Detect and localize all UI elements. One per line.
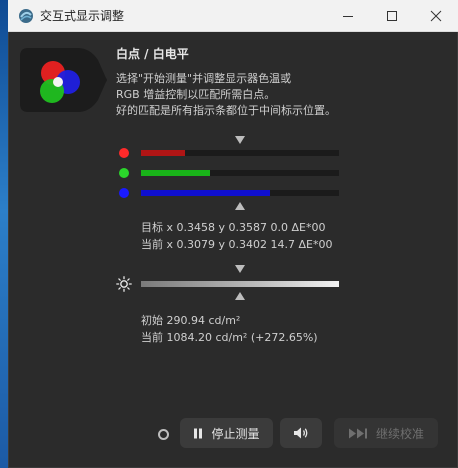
rgb-target-marker-bottom [235,202,245,210]
red-channel-dot [119,148,129,158]
green-channel-fill [141,170,211,176]
close-icon [430,10,442,21]
current-chromaticity: 当前 x 0.3079 y 0.3402 14.7 ΔE*00 [141,238,333,251]
target-chromaticity: 目标 x 0.3458 y 0.3587 0.0 ΔE*00 [141,221,326,234]
rgb-target-marker-top [235,136,245,144]
maximize-icon [387,10,397,21]
blue-channel-bar [141,190,339,196]
green-channel-bar [141,170,339,176]
stop-measurement-label: 停止测量 [211,426,260,441]
sound-toggle-button[interactable] [280,418,322,448]
desktop-background [0,0,8,468]
luminance-bar [141,281,339,287]
initial-luminance: 初始 290.94 cd/m² [141,314,241,327]
calibration-window: 交互式显示调整 白点 / 白电平 选择"开始测量"并调整显示器色温或 RGB 增… [8,0,458,468]
instruction-line: 选择"开始测量"并调整显示器色温或 [116,72,292,85]
luminance-marker-top [235,265,245,273]
luminance-marker-bottom [235,292,245,300]
brightness-icon [116,276,132,292]
red-channel-fill [141,150,185,156]
speaker-icon [294,427,308,439]
window-title: 交互式显示调整 [40,9,125,23]
minimize-button[interactable] [326,0,370,31]
red-channel-bar [141,150,339,156]
maximize-button[interactable] [370,0,414,31]
title-bar[interactable]: 交互式显示调整 [8,0,458,32]
app-icon [19,9,33,23]
close-button[interactable] [414,0,458,31]
instruction-line: RGB 增益控制以匹配所需白点。 [116,88,276,101]
rgb-logo-icon [20,48,107,112]
instruction-line: 好的匹配是所有指示条都位于中间标示位置。 [116,104,336,117]
blue-channel-fill [141,190,270,196]
blue-channel-dot [119,188,129,198]
minimize-icon [343,15,353,17]
continue-calibration-button[interactable]: 继续校准 [334,418,438,448]
status-indicator [158,429,169,440]
continue-calibration-label: 继续校准 [375,426,424,441]
pause-icon [194,428,203,438]
section-heading: 白点 / 白电平 [116,47,189,61]
green-channel-dot [119,168,129,178]
current-luminance: 当前 1084.20 cd/m² (+272.65%) [141,331,318,344]
main-content: 白点 / 白电平 选择"开始测量"并调整显示器色温或 RGB 增益控制以匹配所需… [8,32,458,468]
skip-forward-icon [348,428,367,438]
instructions: 选择"开始测量"并调整显示器色温或 RGB 增益控制以匹配所需白点。 好的匹配是… [116,71,416,119]
stop-measurement-button[interactable]: 停止测量 [180,418,273,448]
